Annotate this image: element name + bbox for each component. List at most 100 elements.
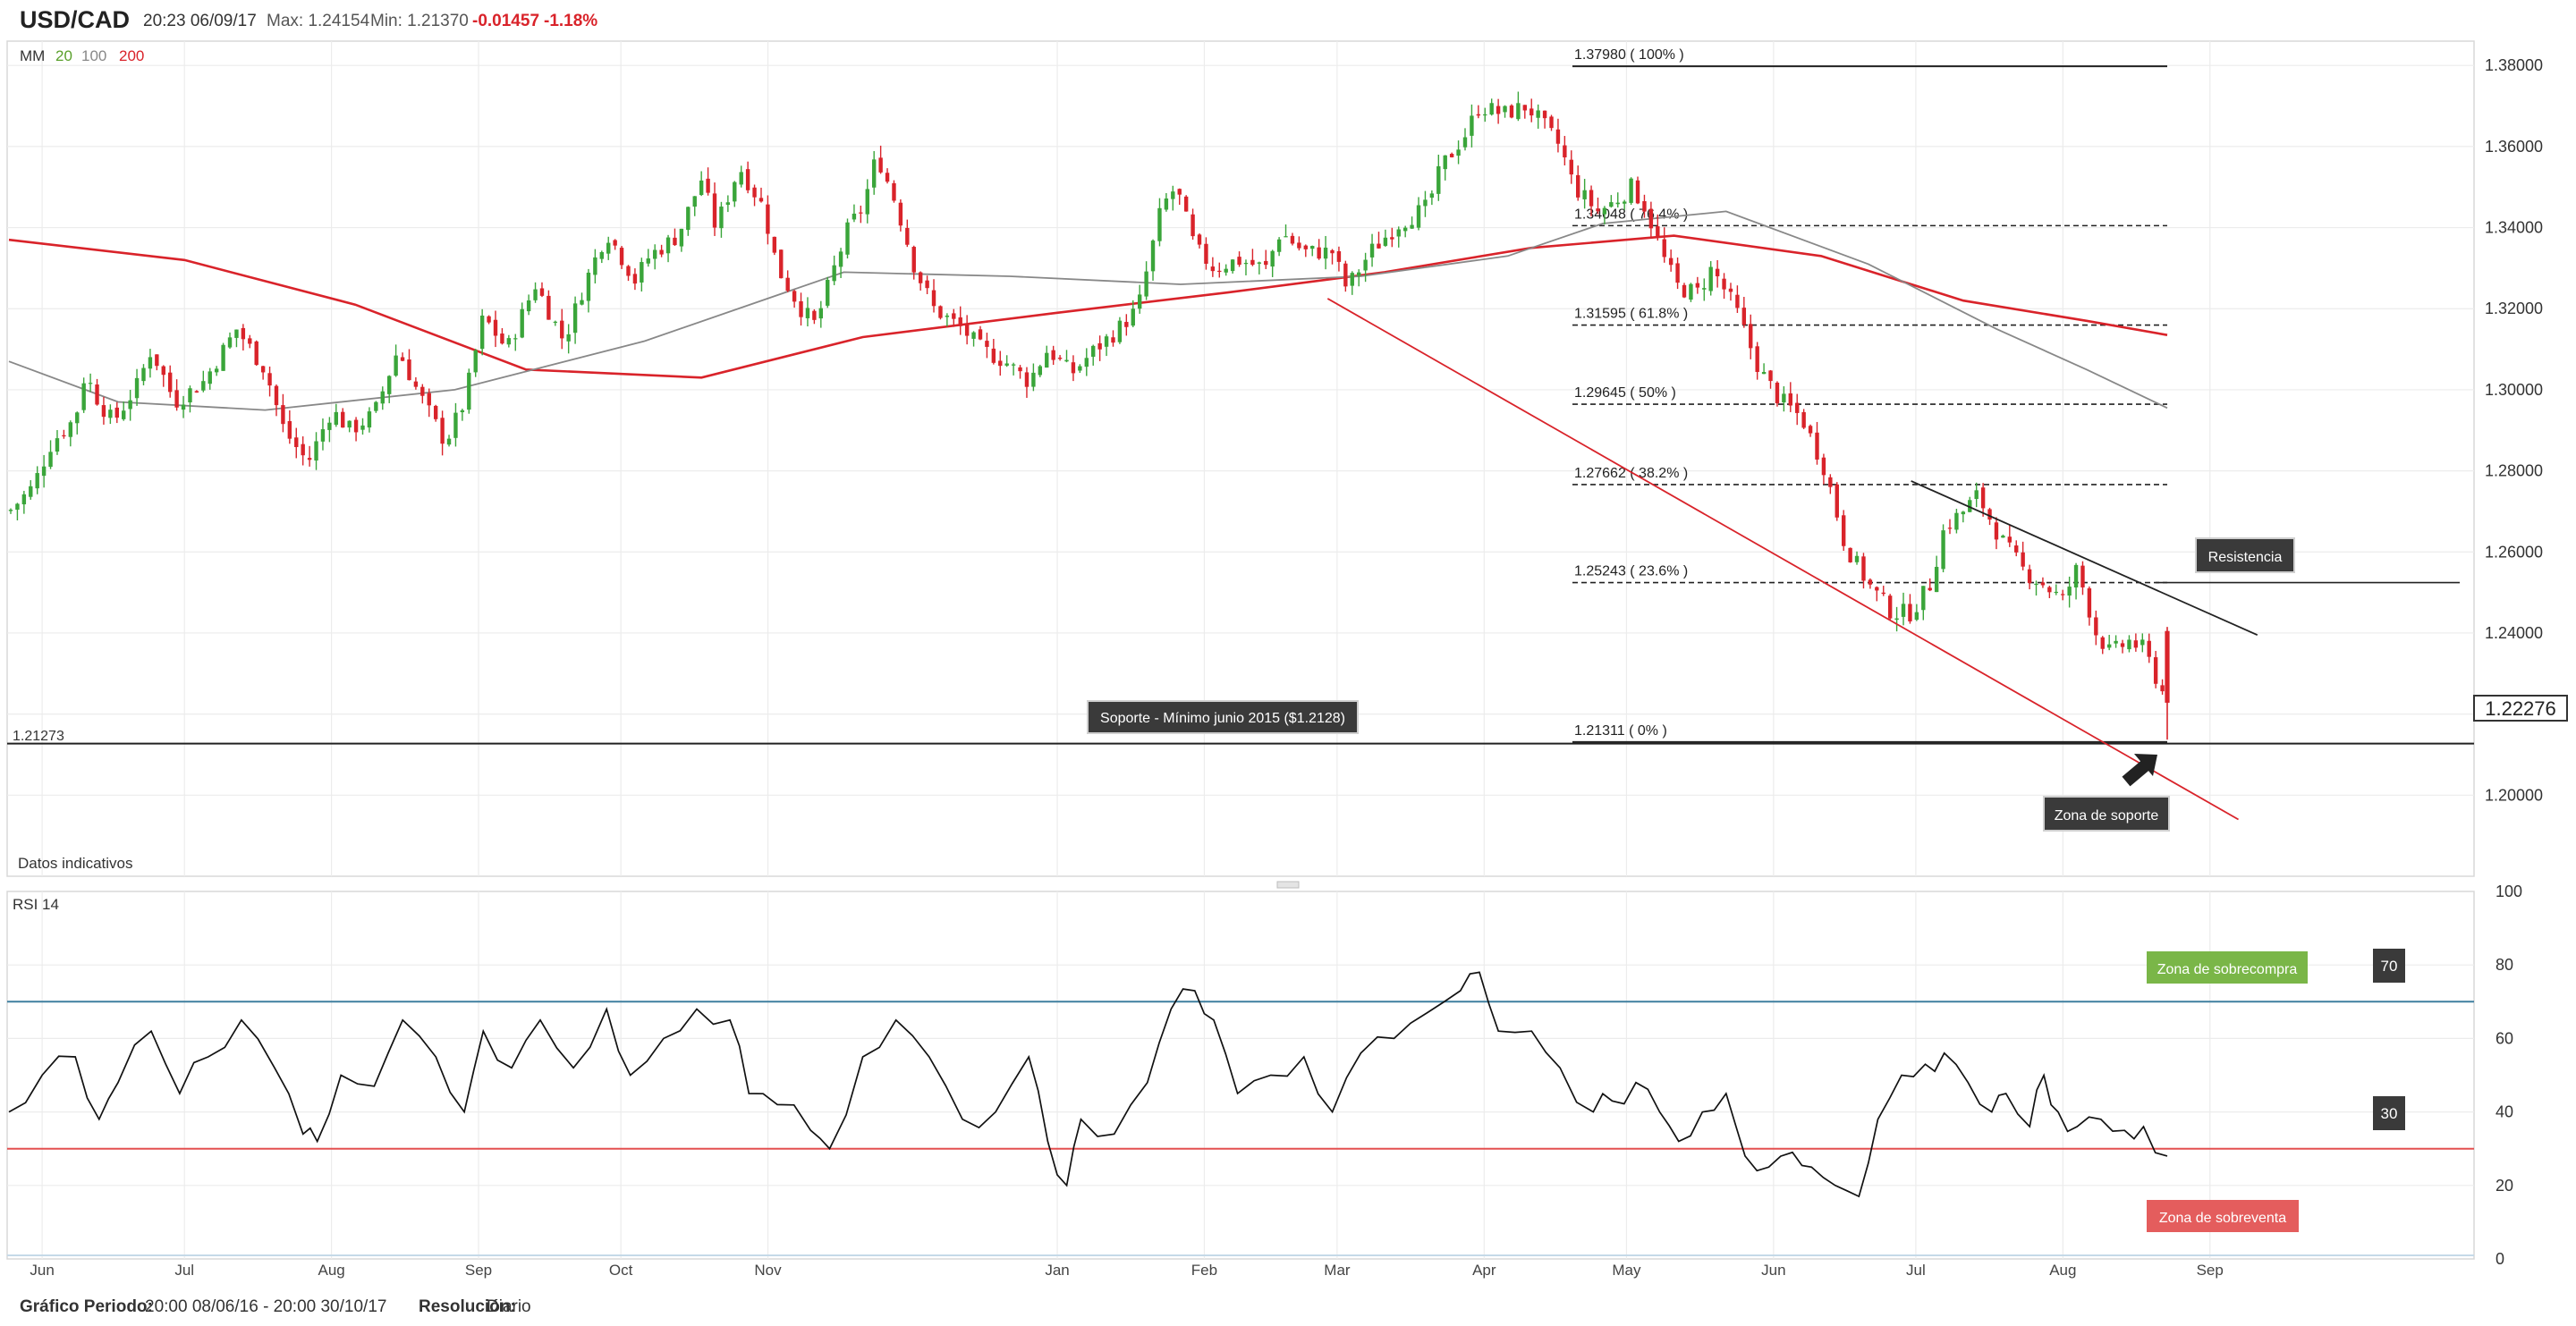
candle [1443,155,1447,181]
candle [1270,249,1275,277]
candlesticks [8,91,2170,740]
candle [1250,249,1255,266]
candle [1788,382,1792,412]
candle [1821,453,1826,485]
chart-footer: Gráfico Periodo: 20:00 08/06/16 - 20:00 … [0,1292,2576,1326]
time-axis: Jun Jul Aug Sep Oct Nov Jan Feb Mar Apr May Jun Jul A… [30,1262,2223,1279]
candle [1171,185,1175,211]
x-tick-label: Sep [465,1262,492,1279]
candle [1224,264,1228,276]
ma20-legend: 20 [55,47,72,64]
candle [772,236,777,256]
candle [719,201,724,238]
candle [2007,525,2012,547]
candle [241,324,246,351]
last-price-value: 1.22276 [2485,697,2556,720]
rsi-panel-frame [6,891,2475,1260]
candle [460,409,465,421]
candle [991,339,996,365]
candle [148,349,153,378]
candle [2127,635,2131,653]
candle [1542,110,1547,129]
y-tick-label: 1.30000 [2485,381,2543,399]
candle [1994,517,1999,550]
candle [1317,239,1321,260]
ma100-line [8,210,2168,411]
candle [161,365,165,387]
candle [606,236,611,260]
candle [1668,249,1674,272]
candle [852,204,857,223]
candle [1084,348,1089,376]
candle [1137,284,1142,314]
candle [347,420,352,433]
panel-resize-handle[interactable] [1276,881,1300,889]
candle [334,403,339,427]
x-tick-label: Jan [1045,1262,1069,1279]
candle [1243,259,1249,275]
candle [659,244,664,258]
candle [1276,237,1282,257]
candle [646,249,650,267]
fib-level-label: 1.25243 ( 23.6% ) [1574,564,1688,579]
candle [2160,679,2165,695]
candle [1695,276,1700,294]
candle [686,207,691,236]
candle [506,334,512,348]
candle [918,271,923,291]
candle [1183,195,1189,212]
candle [201,370,206,393]
candle [1854,551,1860,565]
candle [155,354,159,371]
y-tick-label: 1.36000 [2485,138,2543,156]
x-tick-label: Jun [1761,1262,1785,1279]
x-tick-label: Jul [1906,1262,1926,1279]
candle [560,308,564,350]
candle [1722,273,1726,300]
candle [360,418,365,435]
rsi-tick-label: 100 [2496,883,2522,900]
candle [2040,577,2046,588]
fib-level-label: 1.37980 ( 100% ) [1574,47,1684,63]
candle [479,308,485,356]
candle [925,275,929,294]
candle [2120,639,2125,654]
candle [1330,249,1335,265]
support-annotation: Soporte - Mínimo junio 2015 ($1.2128) [1087,700,1359,734]
candle [892,180,896,203]
candle [826,276,830,308]
candle [1018,365,1022,379]
candle [1675,257,1680,290]
x-tick-label: Oct [609,1262,633,1279]
x-tick-label: Jul [174,1262,194,1279]
candle [314,432,318,470]
oversold-zone-label: Zona de sobreventa [2147,1200,2299,1232]
candle [320,418,326,451]
candle [785,270,790,292]
candle [15,503,20,520]
candle [248,334,252,349]
candle [287,410,292,444]
candle [1635,176,1640,205]
candle [898,198,903,232]
candle [799,292,803,326]
candle [1835,482,1839,521]
ma200-line [8,234,2168,379]
candle [1323,235,1328,270]
candle [1091,344,1096,366]
candle [1197,233,1202,249]
candle [1124,314,1129,336]
y-tick-label: 1.32000 [2485,300,2543,317]
candle [758,187,764,203]
candle [413,376,419,390]
candle [2100,636,2105,655]
candle [572,296,578,344]
candle [174,379,179,411]
candle [526,294,531,316]
candle [1914,604,1919,621]
candle [1848,547,1852,563]
candle [1462,128,1468,151]
candle [626,265,631,282]
candle [599,250,604,264]
candle [1071,355,1076,382]
